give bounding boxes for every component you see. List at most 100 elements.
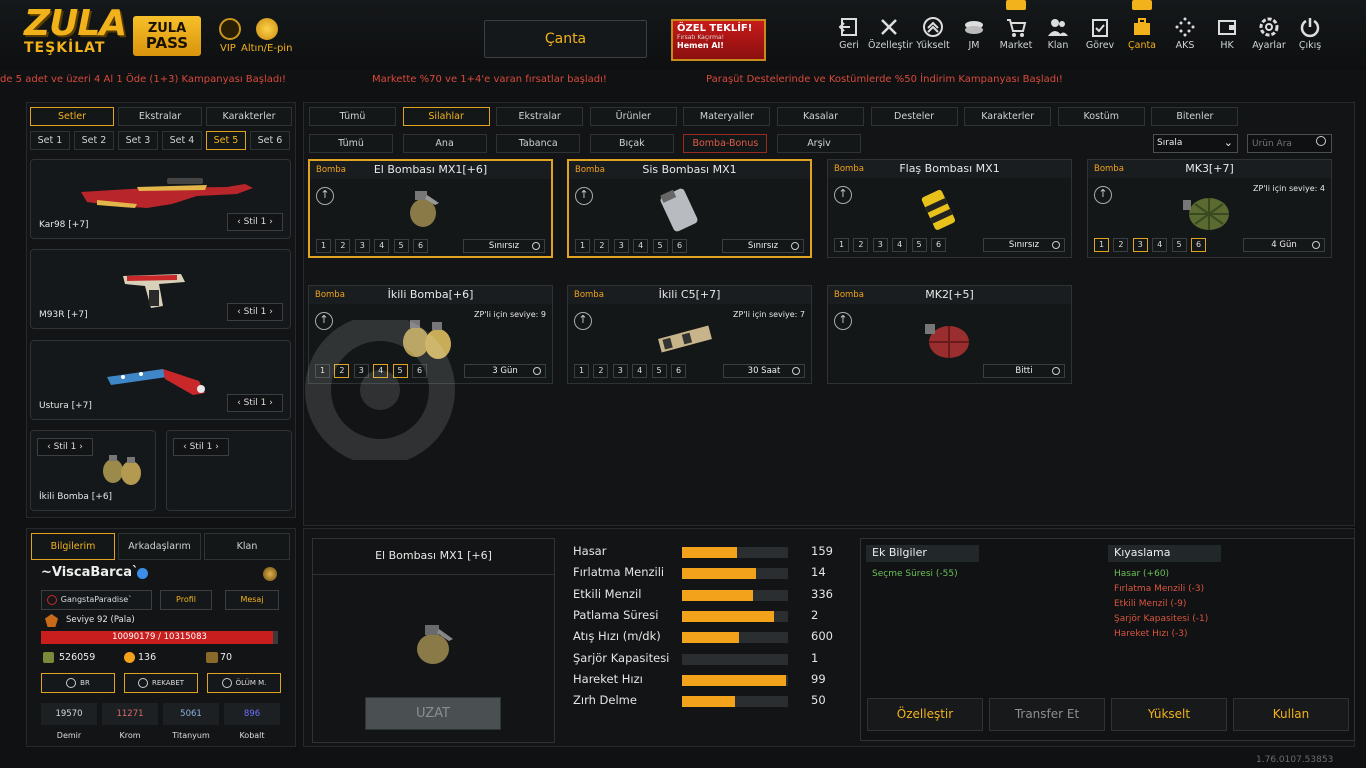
level-box[interactable]: 3 [613, 239, 629, 253]
loadout-slot-melee[interactable]: Ustura [+7] ‹ Stil 1 › [30, 340, 291, 420]
extend-button[interactable]: UZAT [365, 697, 501, 730]
level-box[interactable]: 1 [574, 364, 589, 378]
level-box[interactable]: 2 [593, 364, 609, 378]
upgrade-button[interactable]: Yükselt [1111, 698, 1227, 731]
transfer-button[interactable]: Transfer Et [989, 698, 1105, 731]
vip-gold-area[interactable]: VIP Altın/E-pin [219, 18, 299, 58]
filter-tab[interactable]: Karakterler [964, 107, 1052, 126]
tab-extras[interactable]: Ekstralar [118, 107, 202, 126]
level-box[interactable]: 6 [931, 238, 946, 252]
subfilter-tab[interactable]: Tümü [309, 134, 393, 153]
customize-button[interactable]: Özelleştir [867, 698, 983, 731]
level-box[interactable]: 2 [1113, 238, 1129, 252]
filter-tab[interactable]: Kostüm [1057, 107, 1145, 126]
nav-exit-button[interactable]: Geri [828, 16, 870, 60]
level-box[interactable]: 4 [632, 364, 648, 378]
level-box[interactable]: 1 [834, 238, 849, 252]
nav-coins-button[interactable]: JM [953, 16, 995, 60]
level-box[interactable]: 3 [1132, 238, 1148, 252]
style-selector[interactable]: ‹ Stil 1 › [37, 438, 93, 456]
level-box[interactable]: 5 [652, 239, 668, 253]
nav-rank-up-button[interactable]: Yükselt [912, 16, 954, 60]
style-selector[interactable]: ‹ Stil 1 › [227, 303, 283, 321]
level-box[interactable]: 1 [575, 239, 590, 253]
filter-tab[interactable]: Ürünler [589, 107, 677, 126]
set-tab-4[interactable]: Set 4 [162, 131, 202, 150]
level-box[interactable]: 3 [353, 364, 369, 378]
level-box[interactable]: 4 [892, 238, 908, 252]
tab-friends[interactable]: Arkadaşlarım [118, 533, 201, 560]
level-box[interactable]: 2 [334, 364, 350, 378]
tab-clan[interactable]: Klan [204, 533, 290, 560]
item-card[interactable]: Bomba MK3[+7] ↑ ZP'li için seviye: 41234564… [1087, 159, 1332, 258]
profile-button[interactable]: Profil [160, 590, 212, 610]
level-box[interactable]: 6 [1191, 238, 1206, 252]
loadout-slot-secondary[interactable]: M93R [+7] ‹ Stil 1 › [30, 249, 291, 329]
upgrade-arrow-icon[interactable]: ↑ [834, 312, 852, 330]
nav-tools-button[interactable]: Özelleştir [868, 16, 913, 60]
style-selector[interactable]: ‹ Stil 1 › [227, 213, 283, 231]
mode-button[interactable]: ÖLÜM M. [207, 673, 281, 693]
nav-people-button[interactable]: Klan [1037, 16, 1079, 60]
filter-tab[interactable]: Desteler [870, 107, 958, 126]
filter-tab[interactable]: Tümü [309, 107, 396, 126]
filter-tab[interactable]: Bitenler [1151, 107, 1239, 126]
upgrade-arrow-icon[interactable]: ↑ [834, 186, 852, 204]
set-tab-1[interactable]: Set 1 [30, 131, 70, 150]
level-box[interactable]: 3 [872, 238, 888, 252]
upgrade-arrow-icon[interactable]: ↑ [574, 312, 592, 330]
level-box[interactable]: 2 [594, 239, 610, 253]
loadout-slot-grenade[interactable]: ‹ Stil 1 › İkili Bomba [+6] [30, 430, 156, 511]
upgrade-arrow-icon[interactable]: ↑ [1094, 186, 1112, 204]
loadout-slot-primary[interactable]: Kar98 [+7] ‹ Stil 1 › [30, 159, 291, 239]
use-button[interactable]: Kullan [1233, 698, 1349, 731]
upgrade-arrow-icon[interactable]: ↑ [316, 187, 334, 205]
level-box[interactable]: 6 [672, 239, 687, 253]
set-tab-6[interactable]: Set 6 [250, 131, 290, 150]
tab-characters[interactable]: Karakterler [206, 107, 292, 126]
level-box[interactable]: 4 [1152, 238, 1168, 252]
level-box[interactable]: 5 [393, 239, 409, 253]
style-selector[interactable]: ‹ Stil 1 › [173, 438, 229, 456]
level-box[interactable]: 1 [1094, 238, 1109, 252]
level-box[interactable]: 5 [911, 238, 927, 252]
style-selector[interactable]: ‹ Stil 1 › [227, 394, 283, 412]
subfilter-tab[interactable]: Tabanca [496, 134, 581, 153]
level-box[interactable]: 4 [373, 364, 389, 378]
mode-button[interactable]: REKABET [124, 673, 198, 693]
filter-tab[interactable]: Silahlar [402, 107, 490, 126]
filter-tab[interactable]: Materyaller [683, 107, 771, 126]
tab-sets[interactable]: Setler [30, 107, 114, 126]
set-tab-2[interactable]: Set 2 [74, 131, 114, 150]
level-box[interactable]: 6 [413, 239, 428, 253]
set-tab-3[interactable]: Set 3 [118, 131, 158, 150]
item-card[interactable]: Bomba El Bombası MX1[+6] ↑ 1 2 3 4 5 6 Sınırsız [308, 159, 553, 258]
item-card[interactable]: Bomba Sis Bombası MX1 ↑ 1 2 3 4 5 6 Sınırsız [567, 159, 812, 258]
item-card[interactable]: Bomba İkili C5[+7] ↑ ZP'li için seviye: 712… [567, 285, 812, 384]
level-box[interactable]: 2 [335, 239, 351, 253]
subfilter-tab[interactable]: Ana [402, 134, 487, 153]
zula-pass-button[interactable]: ZULA PASS [133, 16, 201, 56]
level-box[interactable]: 2 [853, 238, 869, 252]
nav-gear-button[interactable]: Ayarlar [1248, 16, 1290, 60]
level-box[interactable]: 6 [412, 364, 427, 378]
message-button[interactable]: Mesaj [225, 590, 279, 610]
nav-wallet-button[interactable]: HK [1206, 16, 1248, 60]
subfilter-tab[interactable]: Bomba-Bonus [683, 134, 768, 153]
level-box[interactable]: 1 [315, 364, 330, 378]
item-card[interactable]: Bomba İkili Bomba[+6] ↑ ZP'li için seviye: … [308, 285, 553, 384]
mode-button[interactable]: BR [41, 673, 115, 693]
filter-tab[interactable]: Ekstralar [496, 107, 584, 126]
level-box[interactable]: 3 [612, 364, 628, 378]
item-card[interactable]: Bomba MK2[+5] ↑ Bitti [827, 285, 1072, 384]
level-box[interactable]: 6 [671, 364, 686, 378]
nav-power-button[interactable]: Çıkış [1289, 16, 1331, 60]
level-box[interactable]: 5 [1171, 238, 1187, 252]
nav-bag-button[interactable]: Çanta [1121, 0, 1163, 60]
subfilter-tab[interactable]: Arşiv [777, 134, 861, 153]
level-box[interactable]: 4 [633, 239, 649, 253]
level-box[interactable]: 4 [374, 239, 390, 253]
upgrade-arrow-icon[interactable]: ↑ [315, 312, 333, 330]
upgrade-arrow-icon[interactable]: ↑ [575, 187, 593, 205]
level-box[interactable]: 5 [392, 364, 408, 378]
